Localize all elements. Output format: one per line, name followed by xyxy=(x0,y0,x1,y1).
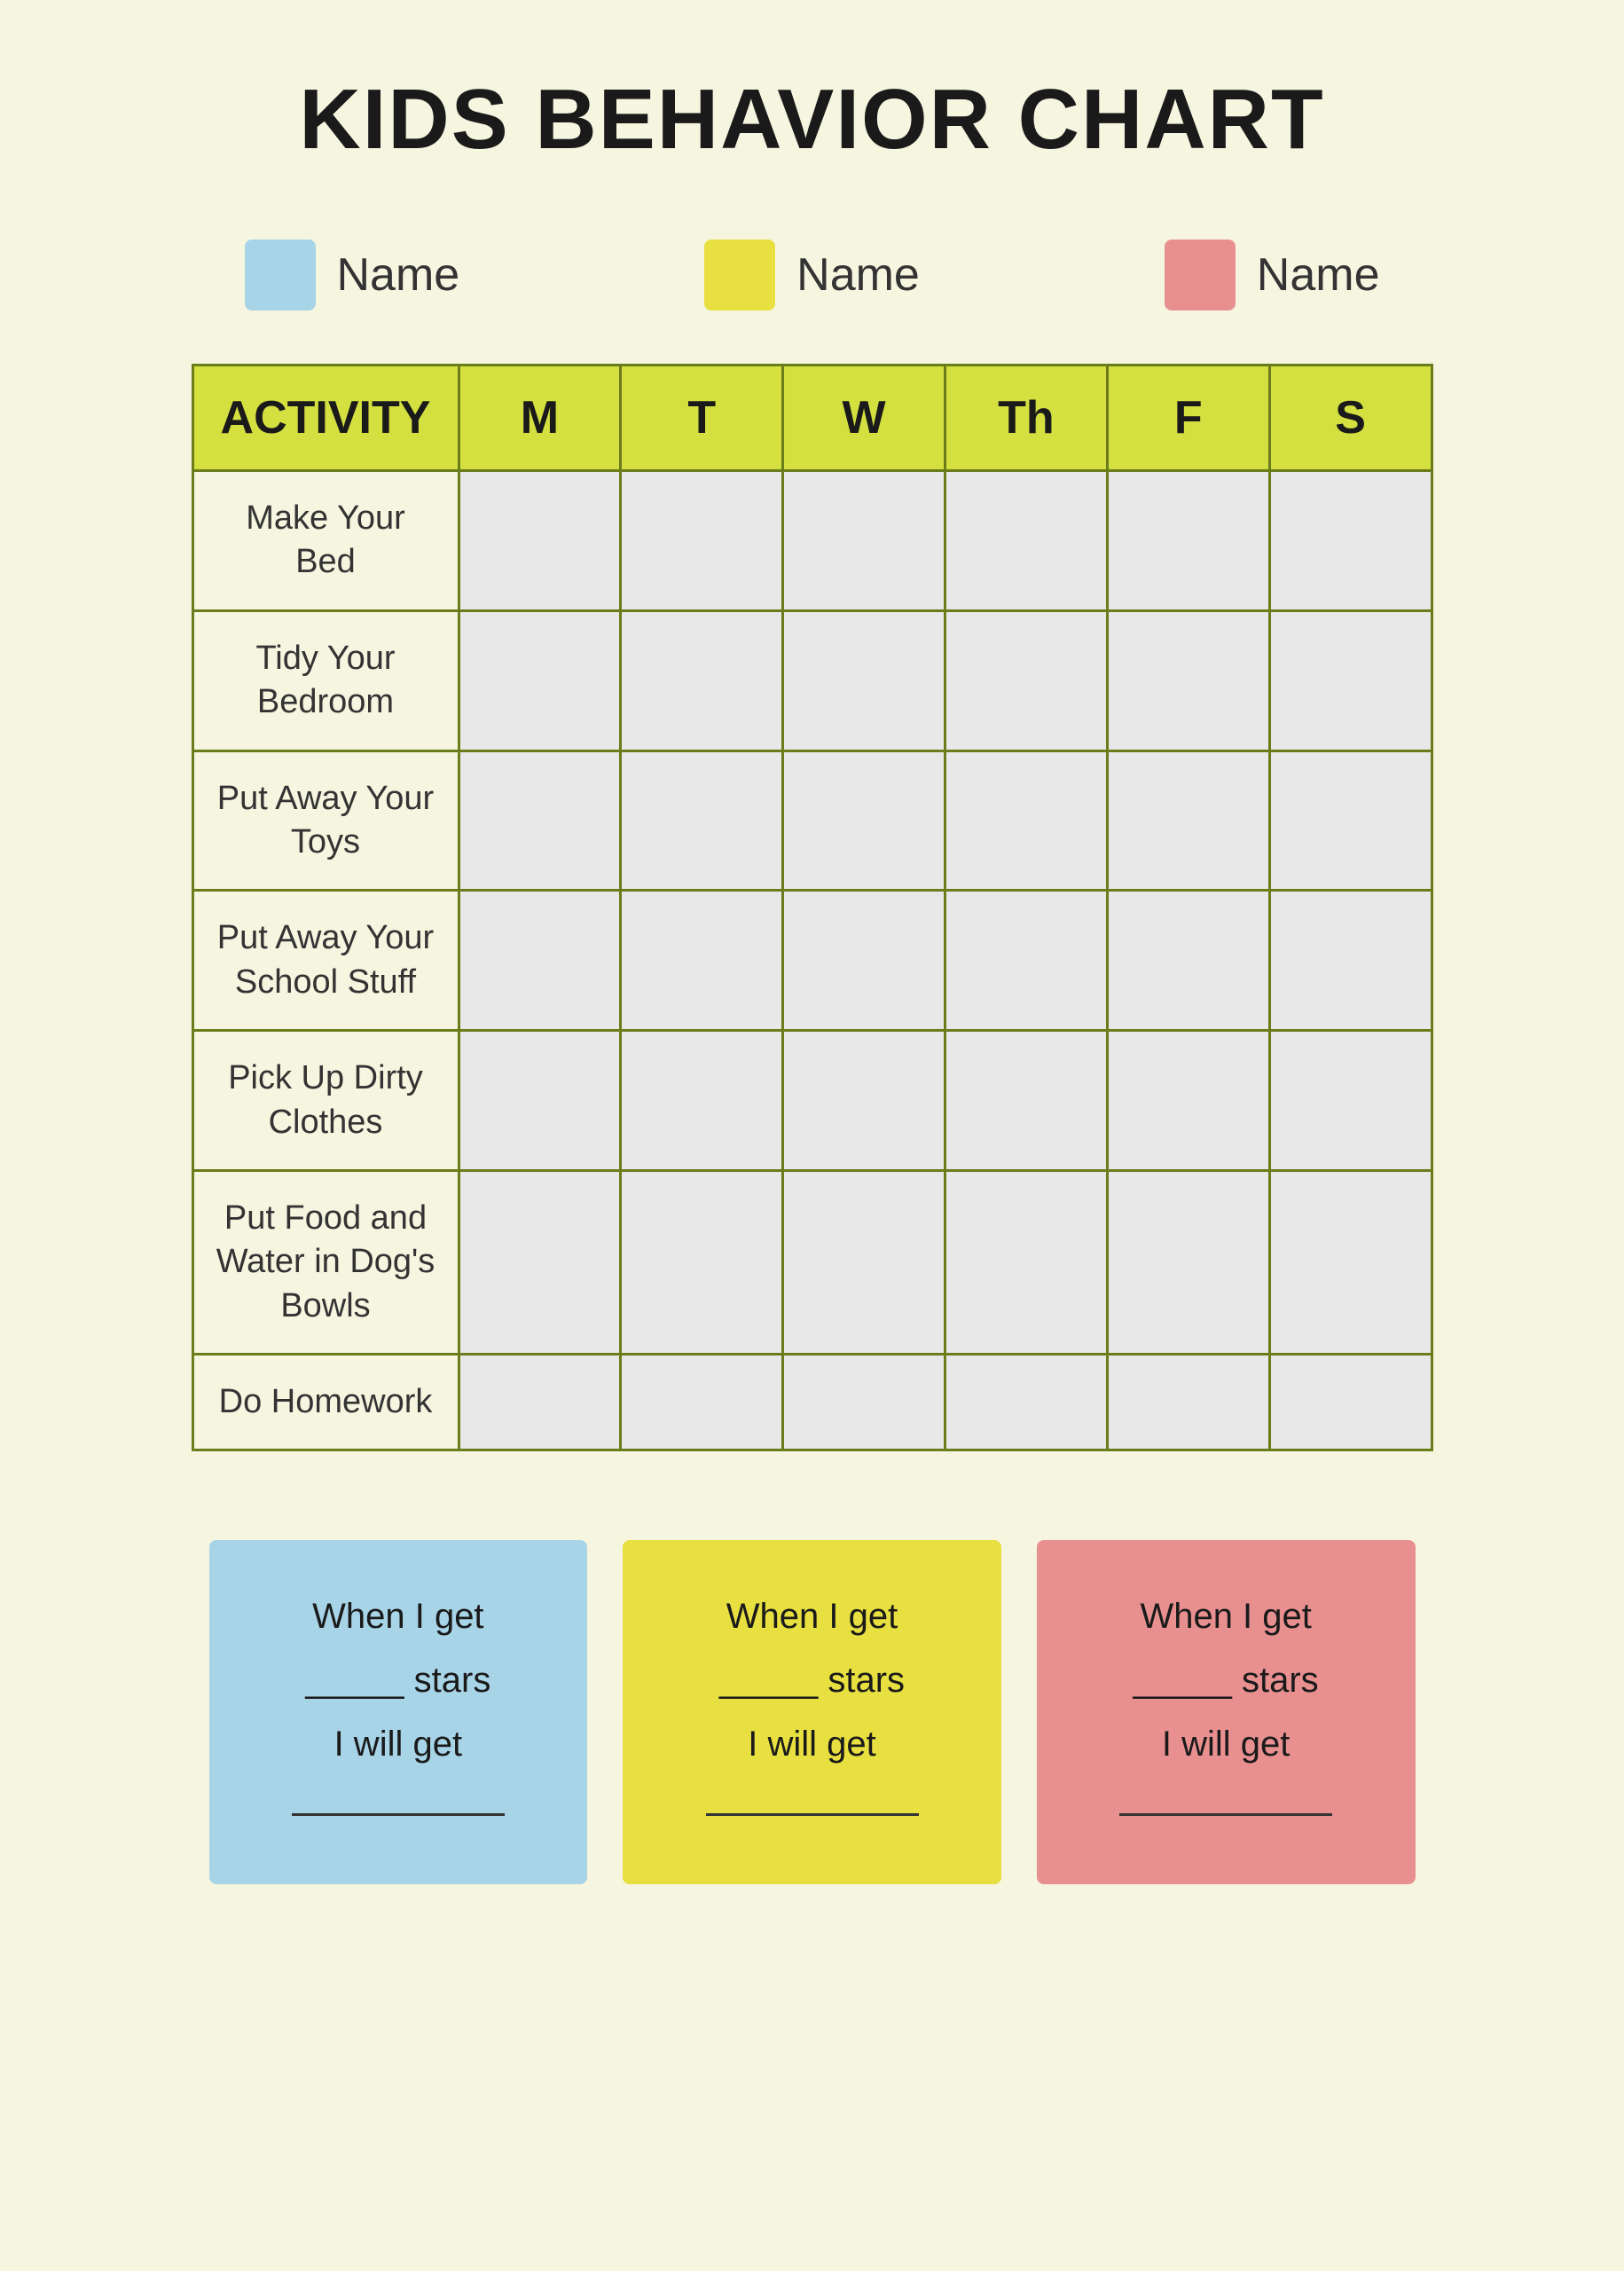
header-thu: Th xyxy=(945,365,1107,471)
header-wed: W xyxy=(783,365,945,471)
table-row: Do Homework xyxy=(192,1355,1432,1450)
page: KIDS BEHAVIOR CHART Name Name Name ACTIV… xyxy=(192,71,1433,2200)
table-row: Make Your Bed xyxy=(192,471,1432,611)
day-cell-0-2[interactable] xyxy=(783,471,945,611)
reward-yellow-line2: _____ stars xyxy=(658,1648,966,1712)
day-cell-3-5[interactable] xyxy=(1269,891,1432,1031)
day-cell-1-3[interactable] xyxy=(945,610,1107,750)
reward-card-blue: When I get _____ stars I will get xyxy=(209,1540,588,1884)
day-cell-6-4[interactable] xyxy=(1107,1355,1269,1450)
header-mon: M xyxy=(459,365,621,471)
legend-item-pink: Name xyxy=(1165,240,1380,310)
day-cell-2-0[interactable] xyxy=(459,750,621,891)
legend-label-pink: Name xyxy=(1257,248,1380,302)
reward-blue-line3: I will get xyxy=(245,1712,553,1776)
day-cell-3-3[interactable] xyxy=(945,891,1107,1031)
reward-yellow-line1: When I get xyxy=(658,1584,966,1648)
day-cell-6-5[interactable] xyxy=(1269,1355,1432,1450)
day-cell-2-3[interactable] xyxy=(945,750,1107,891)
table-header-row: ACTIVITY M T W Th F S xyxy=(192,365,1432,471)
activity-cell-2: Put Away Your Toys xyxy=(192,750,459,891)
day-cell-4-5[interactable] xyxy=(1269,1031,1432,1171)
behavior-table: ACTIVITY M T W Th F S Make Your BedTidy … xyxy=(192,364,1433,1451)
reward-card-yellow: When I get _____ stars I will get xyxy=(623,1540,1001,1884)
day-cell-5-0[interactable] xyxy=(459,1170,621,1354)
reward-blue-line2: _____ stars xyxy=(245,1648,553,1712)
header-fri: F xyxy=(1107,365,1269,471)
day-cell-4-1[interactable] xyxy=(621,1031,783,1171)
legend: Name Name Name xyxy=(192,240,1433,310)
legend-label-yellow: Name xyxy=(796,248,920,302)
day-cell-3-4[interactable] xyxy=(1107,891,1269,1031)
activity-cell-1: Tidy Your Bedroom xyxy=(192,610,459,750)
activity-cell-6: Do Homework xyxy=(192,1355,459,1450)
legend-color-yellow xyxy=(704,240,775,310)
activity-cell-5: Put Food and Water in Dog's Bowls xyxy=(192,1170,459,1354)
day-cell-5-2[interactable] xyxy=(783,1170,945,1354)
day-cell-5-5[interactable] xyxy=(1269,1170,1432,1354)
day-cell-0-5[interactable] xyxy=(1269,471,1432,611)
day-cell-6-3[interactable] xyxy=(945,1355,1107,1450)
header-tue: T xyxy=(621,365,783,471)
activity-cell-3: Put Away Your School Stuff xyxy=(192,891,459,1031)
reward-pink-line2: _____ stars xyxy=(1072,1648,1380,1712)
header-activity: ACTIVITY xyxy=(192,365,459,471)
chart-container: ACTIVITY M T W Th F S Make Your BedTidy … xyxy=(192,364,1433,1451)
legend-color-blue xyxy=(245,240,316,310)
reward-pink-blank xyxy=(1119,1813,1332,1816)
day-cell-1-0[interactable] xyxy=(459,610,621,750)
day-cell-4-2[interactable] xyxy=(783,1031,945,1171)
reward-blue-line1: When I get xyxy=(245,1584,553,1648)
table-row: Put Away Your Toys xyxy=(192,750,1432,891)
activity-cell-4: Pick Up Dirty Clothes xyxy=(192,1031,459,1171)
legend-item-yellow: Name xyxy=(704,240,920,310)
day-cell-3-2[interactable] xyxy=(783,891,945,1031)
day-cell-1-4[interactable] xyxy=(1107,610,1269,750)
day-cell-4-0[interactable] xyxy=(459,1031,621,1171)
day-cell-2-5[interactable] xyxy=(1269,750,1432,891)
day-cell-3-1[interactable] xyxy=(621,891,783,1031)
table-row: Tidy Your Bedroom xyxy=(192,610,1432,750)
rewards-section: When I get _____ stars I will get When I… xyxy=(192,1540,1433,1884)
reward-yellow-line3: I will get xyxy=(658,1712,966,1776)
activity-cell-0: Make Your Bed xyxy=(192,471,459,611)
reward-blue-blank xyxy=(292,1813,505,1816)
day-cell-0-4[interactable] xyxy=(1107,471,1269,611)
day-cell-2-4[interactable] xyxy=(1107,750,1269,891)
page-title: KIDS BEHAVIOR CHART xyxy=(299,71,1324,169)
header-sat: S xyxy=(1269,365,1432,471)
legend-color-pink xyxy=(1165,240,1236,310)
day-cell-0-0[interactable] xyxy=(459,471,621,611)
day-cell-3-0[interactable] xyxy=(459,891,621,1031)
reward-card-pink: When I get _____ stars I will get xyxy=(1037,1540,1416,1884)
legend-item-blue: Name xyxy=(245,240,460,310)
legend-label-blue: Name xyxy=(337,248,460,302)
day-cell-2-2[interactable] xyxy=(783,750,945,891)
day-cell-5-3[interactable] xyxy=(945,1170,1107,1354)
reward-pink-line1: When I get xyxy=(1072,1584,1380,1648)
day-cell-4-3[interactable] xyxy=(945,1031,1107,1171)
day-cell-1-5[interactable] xyxy=(1269,610,1432,750)
day-cell-1-1[interactable] xyxy=(621,610,783,750)
table-row: Pick Up Dirty Clothes xyxy=(192,1031,1432,1171)
day-cell-5-1[interactable] xyxy=(621,1170,783,1354)
table-row: Put Food and Water in Dog's Bowls xyxy=(192,1170,1432,1354)
day-cell-4-4[interactable] xyxy=(1107,1031,1269,1171)
day-cell-2-1[interactable] xyxy=(621,750,783,891)
day-cell-0-3[interactable] xyxy=(945,471,1107,611)
day-cell-6-2[interactable] xyxy=(783,1355,945,1450)
reward-yellow-blank xyxy=(706,1813,919,1816)
reward-pink-line3: I will get xyxy=(1072,1712,1380,1776)
day-cell-6-1[interactable] xyxy=(621,1355,783,1450)
day-cell-5-4[interactable] xyxy=(1107,1170,1269,1354)
table-row: Put Away Your School Stuff xyxy=(192,891,1432,1031)
day-cell-6-0[interactable] xyxy=(459,1355,621,1450)
day-cell-1-2[interactable] xyxy=(783,610,945,750)
day-cell-0-1[interactable] xyxy=(621,471,783,611)
